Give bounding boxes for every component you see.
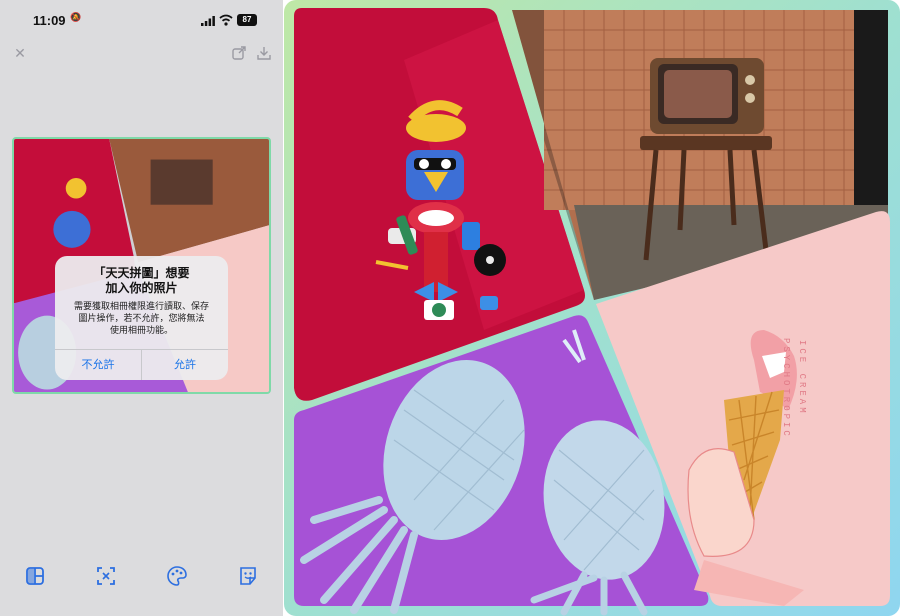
dialog-title-line-2: 加入你的照片 (105, 281, 178, 295)
collage-art: ICE CREAM PSYCHOTROPIC (294, 8, 890, 616)
layout-icon[interactable] (24, 565, 46, 587)
sticker-icon[interactable] (237, 565, 259, 587)
dialog-title-line-1: 「天天拼圖」想要 (93, 266, 190, 280)
deny-button[interactable]: 不允許 (55, 350, 142, 380)
dialog-message-line-1: 需要獲取相冊權限進行讀取、保存 (73, 301, 209, 311)
status-time: 11:09 (33, 13, 66, 28)
palette-icon[interactable] (166, 565, 188, 587)
psychotropic-text: PSYCHOTROPIC (781, 338, 791, 439)
battery-indicator: 87 (237, 14, 257, 26)
dialog-title: 「天天拼圖」想要 加入你的照片 (55, 266, 228, 296)
wifi-icon (219, 14, 233, 26)
phone-screen: 11:09 🔕 87 ✕ 「天天拼圖」想要 加入你的照片 需要獲取相冊權限進行讀… (0, 0, 283, 616)
close-icon[interactable]: ✕ (12, 45, 28, 61)
mute-bell-icon: 🔕 (70, 12, 82, 22)
status-bar: 11:09 🔕 87 (0, 0, 283, 40)
photo-permission-dialog: 「天天拼圖」想要 加入你的照片 需要獲取相冊權限進行讀取、保存 圖片操作，若不允… (55, 256, 228, 380)
crop-icon[interactable] (95, 565, 117, 587)
bottom-toolbar (0, 565, 283, 591)
share-icon[interactable] (231, 45, 247, 61)
ice-cream-text: ICE CREAM (797, 340, 807, 416)
download-icon[interactable] (256, 45, 272, 61)
dialog-message-line-3: 使用相冊功能。 (109, 325, 173, 335)
dialog-message-line-2: 圖片操作，若不允許，您將無法 (78, 313, 205, 323)
dialog-message: 需要獲取相冊權限進行讀取、保存 圖片操作，若不允許，您將無法 使用相冊功能。 (55, 300, 228, 336)
collage-canvas[interactable]: ICE CREAM PSYCHOTROPIC (284, 0, 900, 616)
allow-button[interactable]: 允許 (142, 350, 228, 380)
dialog-buttons: 不允許 允許 (55, 349, 228, 380)
cellular-signal-icon (201, 16, 215, 26)
